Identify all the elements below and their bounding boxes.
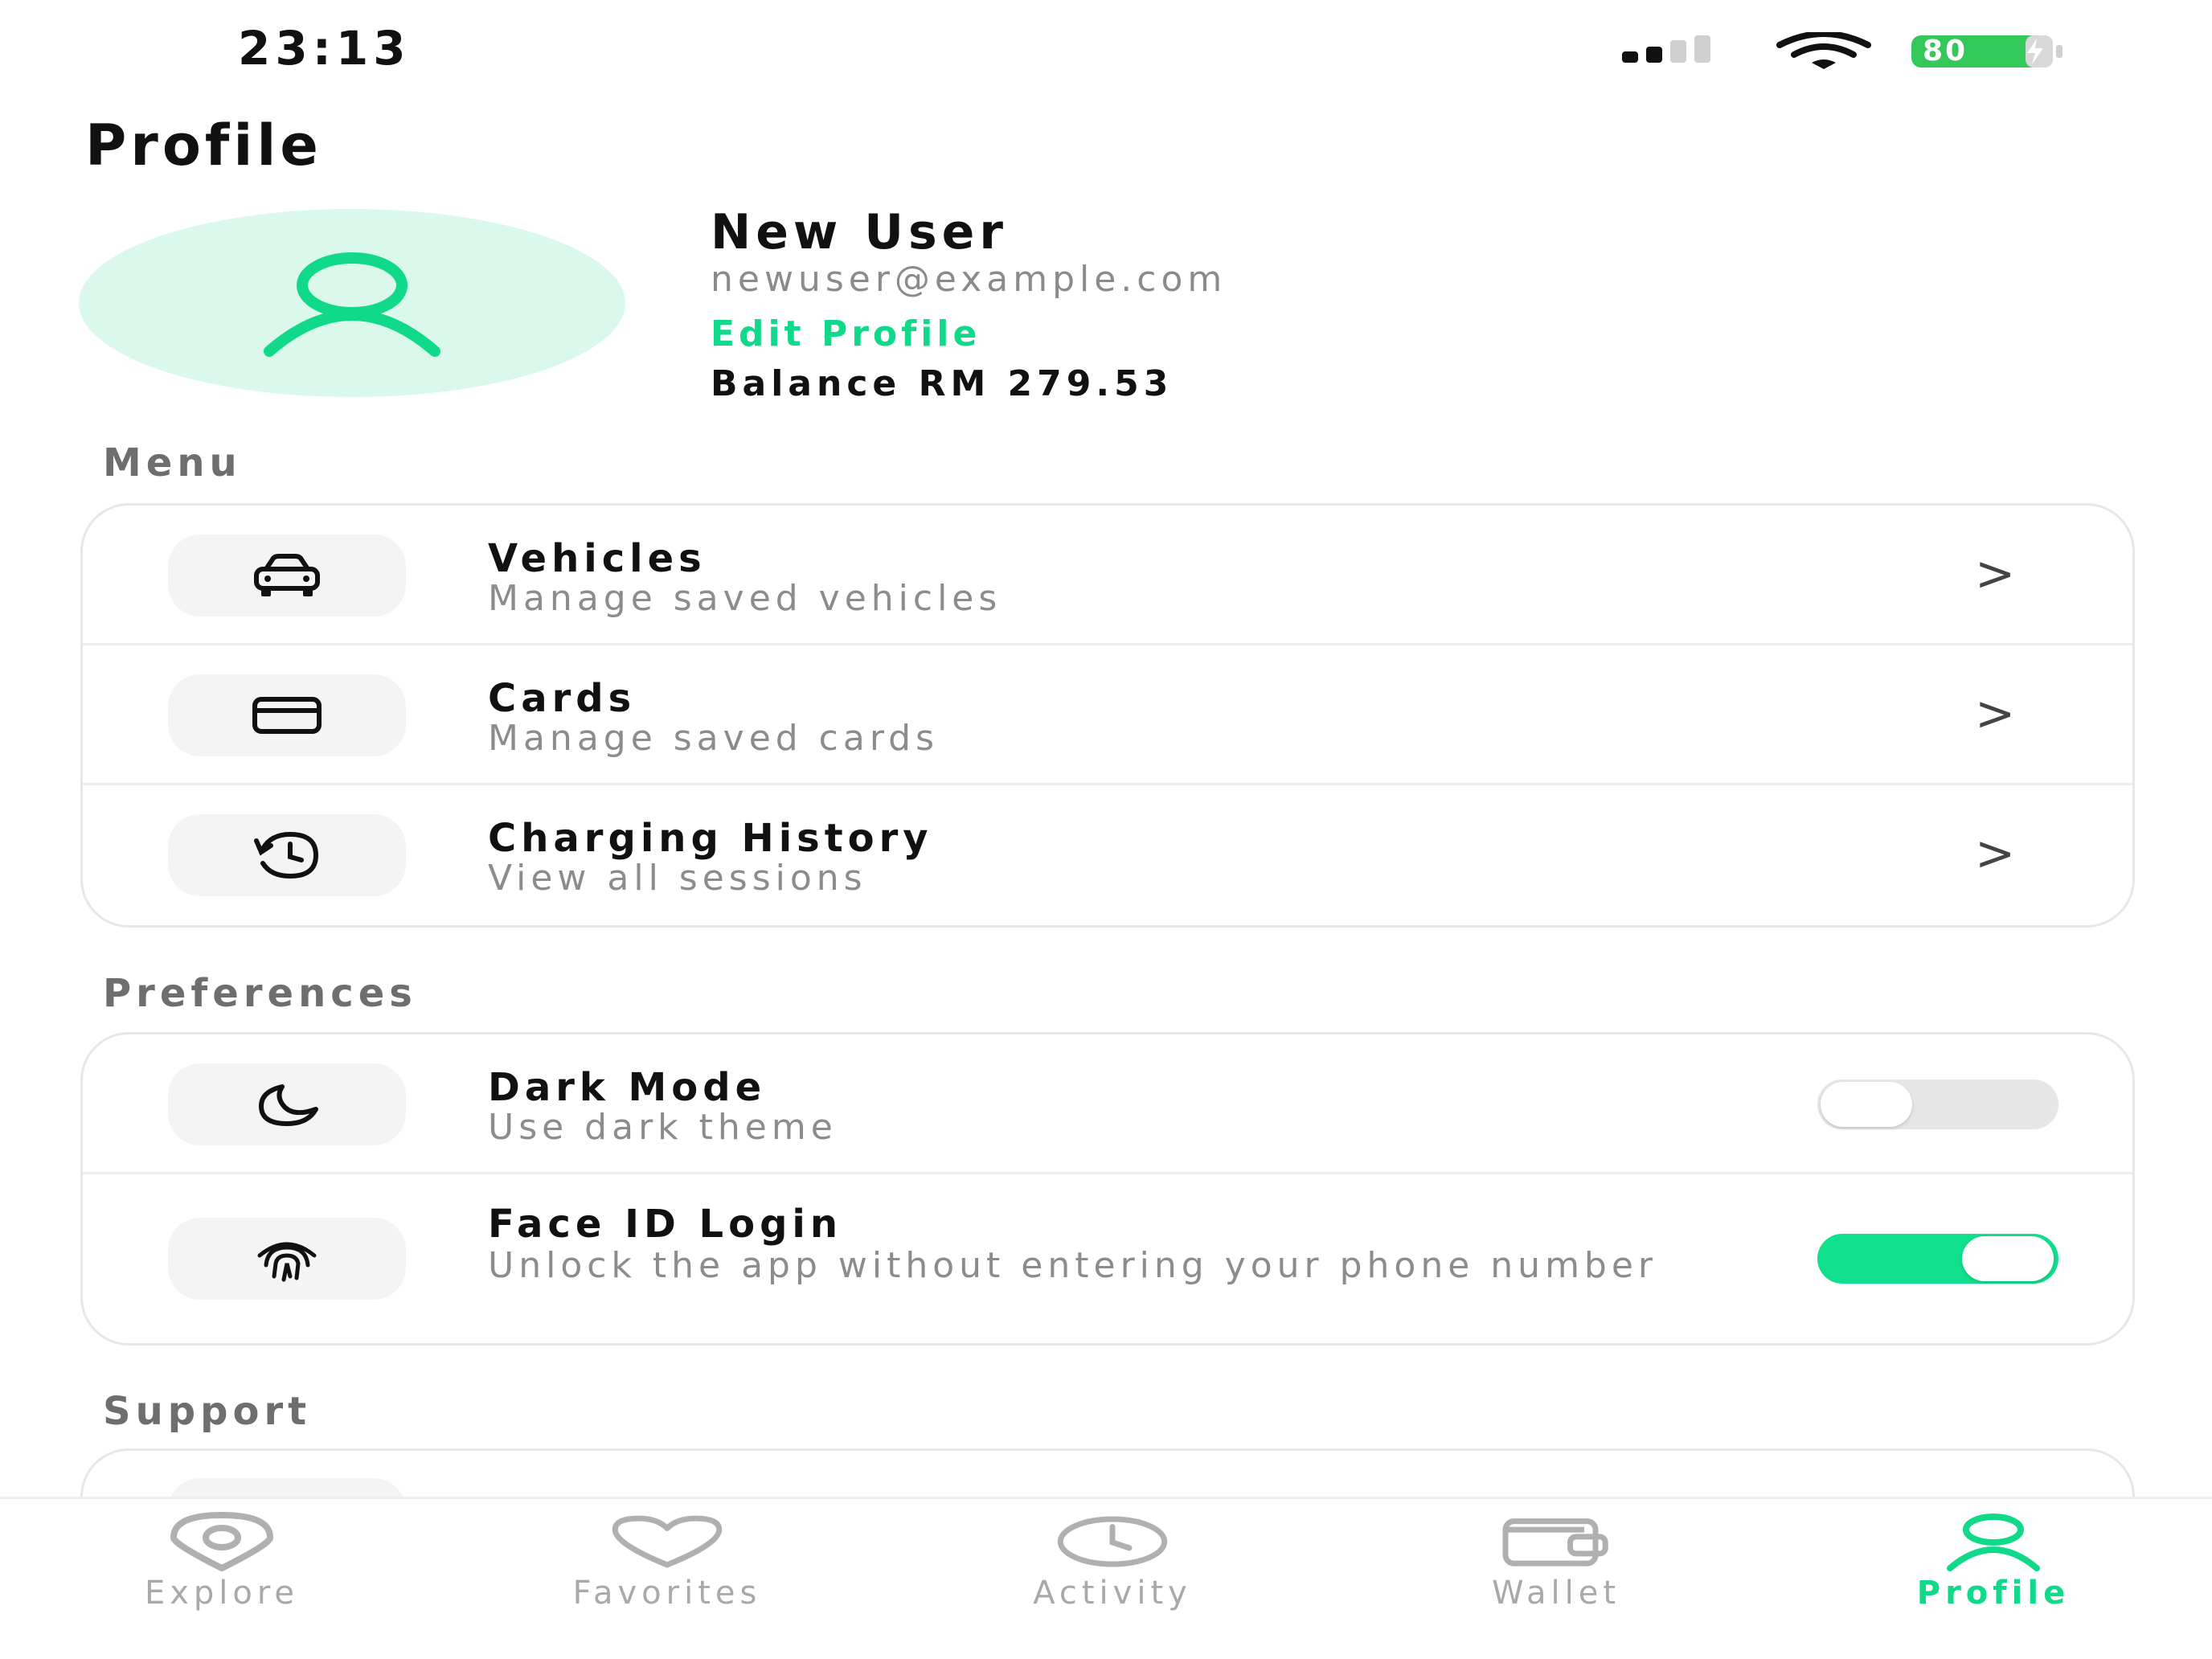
user-name: New User — [711, 204, 1008, 260]
section-label-preferences: Preferences — [103, 971, 417, 1016]
battery-level: 80 — [1923, 35, 1968, 68]
chevron-right-icon: > — [1975, 825, 2016, 882]
location-pin-icon — [170, 1512, 273, 1571]
user-icon — [264, 252, 440, 357]
row-icon-wrap — [168, 674, 406, 756]
tab-label: Explore — [144, 1575, 300, 1612]
preferences-card: Dark Mode Use dark theme Face ID Login U… — [80, 1032, 2135, 1346]
menu-card: Vehicles Manage saved vehicles > Cards M… — [80, 503, 2135, 928]
edit-profile-link[interactable]: Edit Profile — [711, 313, 981, 354]
dark-mode-toggle[interactable] — [1817, 1079, 2058, 1129]
user-email: newuser@example.com — [711, 259, 1227, 300]
toggle-knob — [1962, 1236, 2054, 1281]
moon-icon — [259, 1084, 318, 1126]
tab-label: Profile — [1916, 1575, 2071, 1612]
tab-explore[interactable]: Explore — [101, 1512, 342, 1612]
tab-wallet[interactable]: Wallet — [1436, 1512, 1677, 1612]
pref-item-subtitle: Unlock the app without entering your pho… — [488, 1245, 1658, 1286]
menu-item-title: Charging History — [488, 816, 933, 861]
tab-activity[interactable]: Activity — [992, 1512, 1233, 1612]
menu-item-subtitle: Manage saved vehicles — [488, 578, 1002, 619]
avatar[interactable] — [79, 209, 625, 397]
car-icon — [254, 554, 320, 596]
bottom-tab-bar: Explore Favorites Activity Wallet Profil… — [0, 1497, 2212, 1659]
tab-label: Wallet — [1491, 1575, 1621, 1612]
menu-item-cards[interactable]: Cards Manage saved cards > — [83, 645, 2132, 785]
balance-text: Balance RM 279.53 — [711, 363, 1174, 404]
pref-item-face-id: Face ID Login Unlock the app without ent… — [83, 1174, 2132, 1343]
row-icon-wrap — [168, 1218, 406, 1300]
page-title: Profile — [85, 113, 322, 178]
fingerprint-icon — [257, 1242, 317, 1282]
row-icon-wrap — [168, 535, 406, 616]
menu-item-charging-history[interactable]: Charging History View all sessions > — [83, 785, 2132, 925]
status-time: 23:13 — [238, 21, 411, 76]
menu-item-title: Cards — [488, 676, 637, 721]
pref-item-dark-mode: Dark Mode Use dark theme — [83, 1034, 2132, 1174]
wallet-icon — [1502, 1518, 1608, 1567]
menu-item-subtitle: View all sessions — [488, 858, 867, 899]
row-icon-wrap — [168, 1063, 406, 1145]
user-icon — [1947, 1514, 2040, 1571]
heart-icon — [612, 1515, 723, 1568]
history-icon — [254, 831, 319, 879]
section-label-support: Support — [103, 1389, 312, 1434]
row-icon-wrap — [168, 814, 406, 896]
section-label-menu: Menu — [103, 440, 242, 485]
pref-item-title: Face ID Login — [488, 1202, 843, 1247]
tab-label: Activity — [1033, 1575, 1192, 1612]
chevron-right-icon: > — [1975, 546, 2016, 602]
wifi-icon — [1776, 32, 1871, 69]
signal-bars-icon — [1622, 35, 1710, 63]
tab-favorites[interactable]: Favorites — [547, 1512, 788, 1612]
tab-label: Favorites — [572, 1575, 762, 1612]
menu-item-vehicles[interactable]: Vehicles Manage saved vehicles > — [83, 506, 2132, 645]
tab-profile[interactable]: Profile — [1873, 1512, 2114, 1612]
menu-item-subtitle: Manage saved cards — [488, 718, 939, 759]
battery-indicator: 80 — [1911, 34, 2069, 69]
pref-item-subtitle: Use dark theme — [488, 1107, 838, 1148]
credit-card-icon — [252, 697, 322, 734]
clock-icon — [1057, 1516, 1168, 1567]
chevron-right-icon: > — [1975, 686, 2016, 742]
toggle-knob — [1821, 1082, 1912, 1127]
pref-item-title: Dark Mode — [488, 1065, 767, 1110]
menu-item-title: Vehicles — [488, 536, 707, 581]
face-id-toggle[interactable] — [1817, 1234, 2058, 1284]
